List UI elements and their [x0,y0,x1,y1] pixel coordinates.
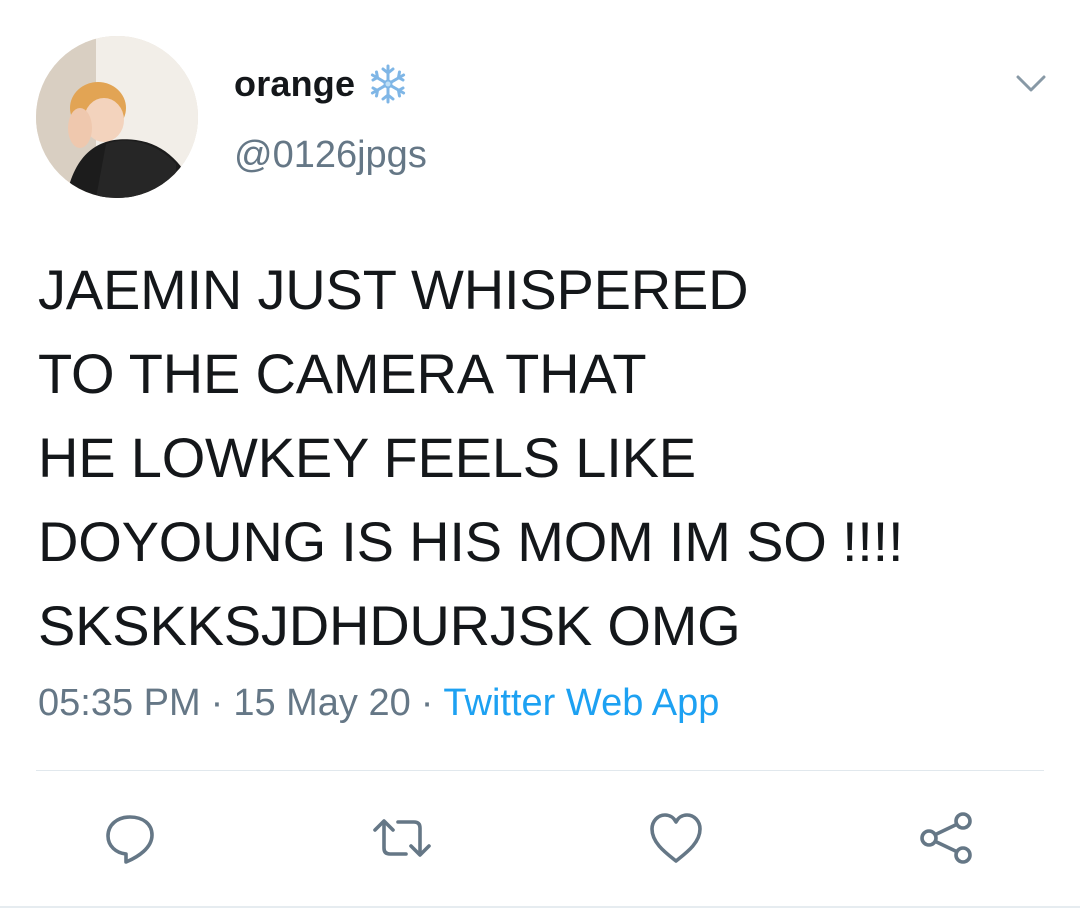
share-button[interactable] [916,808,976,868]
display-name[interactable]: orange [234,63,355,105]
reply-icon [106,815,154,864]
display-name-row: orange [234,62,409,106]
avatar[interactable] [36,36,198,198]
reply-button[interactable] [100,808,160,868]
tweet-meta: 05:35 PM · 15 May 20 · Twitter Web App [38,682,719,725]
like-button[interactable] [646,808,706,868]
meta-separator: · [420,682,434,724]
share-icon [920,812,972,864]
tweet-time[interactable]: 05:35 PM [38,682,201,724]
bottom-divider [0,906,1080,908]
tweet-date[interactable]: 15 May 20 [233,682,410,724]
user-handle[interactable]: @0126jpgs [234,134,427,177]
tweet-source-link[interactable]: Twitter Web App [443,682,719,724]
chevron-down-icon[interactable] [1014,66,1048,100]
like-icon [650,813,702,863]
retweet-icon [373,819,431,857]
snowflake-icon [367,63,409,105]
meta-separator: · [210,682,224,724]
tweet-text: JAEMIN JUST WHISPERED TO THE CAMERA THAT… [38,258,904,657]
divider [36,770,1044,771]
retweet-button[interactable] [372,808,432,868]
